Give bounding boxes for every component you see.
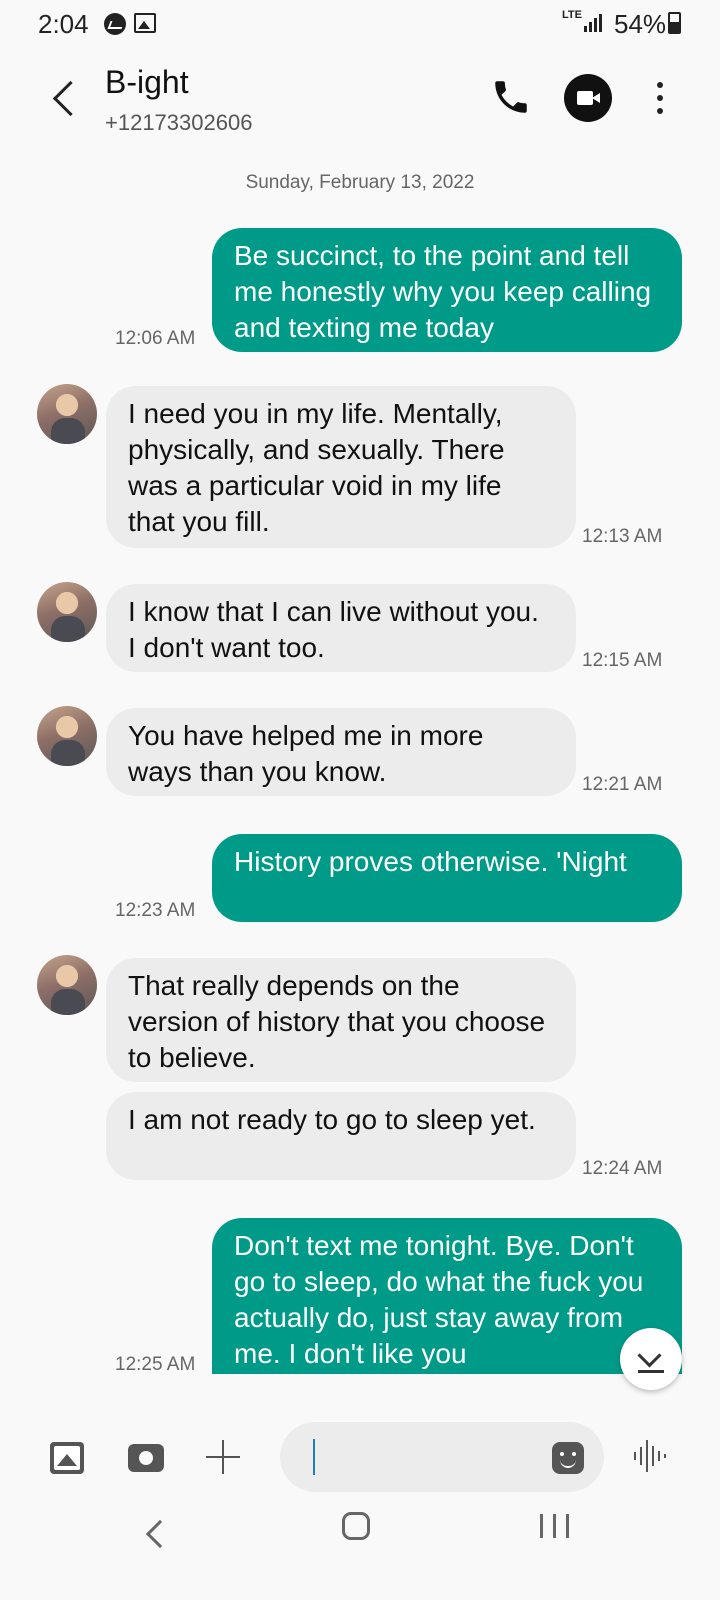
message-time: 12:25 AM (115, 1354, 196, 1375)
outgoing-message[interactable]: Be succinct, to the point and tell me ho… (212, 228, 682, 352)
incoming-message[interactable]: You have helped me in more ways than you… (106, 708, 576, 796)
outgoing-message[interactable]: History proves otherwise. 'Night (212, 834, 682, 922)
plus-icon[interactable] (206, 1440, 240, 1474)
message-time: 12:06 AM (115, 328, 196, 349)
contact-name[interactable]: B-ight (105, 64, 189, 101)
gallery-icon[interactable] (50, 1442, 84, 1474)
phone-icon[interactable] (490, 76, 532, 118)
text-cursor (313, 1439, 315, 1475)
avatar[interactable] (37, 955, 97, 1015)
sticker-icon[interactable] (552, 1442, 584, 1474)
battery-percent: 54% (614, 9, 667, 39)
back-icon[interactable] (44, 74, 84, 120)
message-time: 12:13 AM (582, 526, 663, 547)
avatar[interactable] (37, 706, 97, 766)
nav-recent-apps-icon[interactable] (540, 1514, 570, 1538)
gallery-notification-icon (134, 13, 156, 33)
message-time: 12:24 AM (582, 1158, 663, 1179)
status-bar: 2:04 LTE 54% (0, 0, 720, 48)
messenger-notification-icon (104, 13, 126, 35)
camera-icon[interactable] (128, 1444, 164, 1472)
incoming-message[interactable]: I need you in my life. Mentally, physica… (106, 386, 576, 548)
navigation-bar (0, 1500, 720, 1600)
voice-wave-icon[interactable] (632, 1438, 668, 1474)
more-options-icon[interactable] (650, 76, 670, 120)
avatar[interactable] (37, 582, 97, 642)
battery-icon (668, 12, 681, 34)
nav-home-icon[interactable] (342, 1512, 370, 1540)
incoming-message[interactable]: I know that I can live without you. I do… (106, 584, 576, 672)
video-call-icon[interactable] (564, 74, 612, 122)
scroll-to-bottom-icon[interactable] (620, 1328, 682, 1390)
message-time: 12:23 AM (115, 900, 196, 921)
contact-number: +12173302606 (105, 110, 253, 135)
message-composer (0, 1400, 720, 1500)
message-time: 12:15 AM (582, 650, 663, 671)
date-separator: Sunday, February 13, 2022 (245, 172, 475, 193)
message-time: 12:21 AM (582, 774, 663, 795)
outgoing-message[interactable]: Don't text me tonight. Bye. Don't go to … (212, 1218, 682, 1374)
incoming-message[interactable]: That really depends on the version of hi… (106, 958, 576, 1082)
incoming-message[interactable]: I am not ready to go to sleep yet. (106, 1092, 576, 1180)
avatar[interactable] (37, 384, 97, 444)
signal-icon (584, 14, 604, 32)
network-type: LTE (562, 9, 582, 21)
nav-back-icon[interactable] (145, 1519, 175, 1549)
status-time: 2:04 (38, 9, 89, 39)
conversation-header: B-ight +12173302606 (0, 48, 720, 148)
